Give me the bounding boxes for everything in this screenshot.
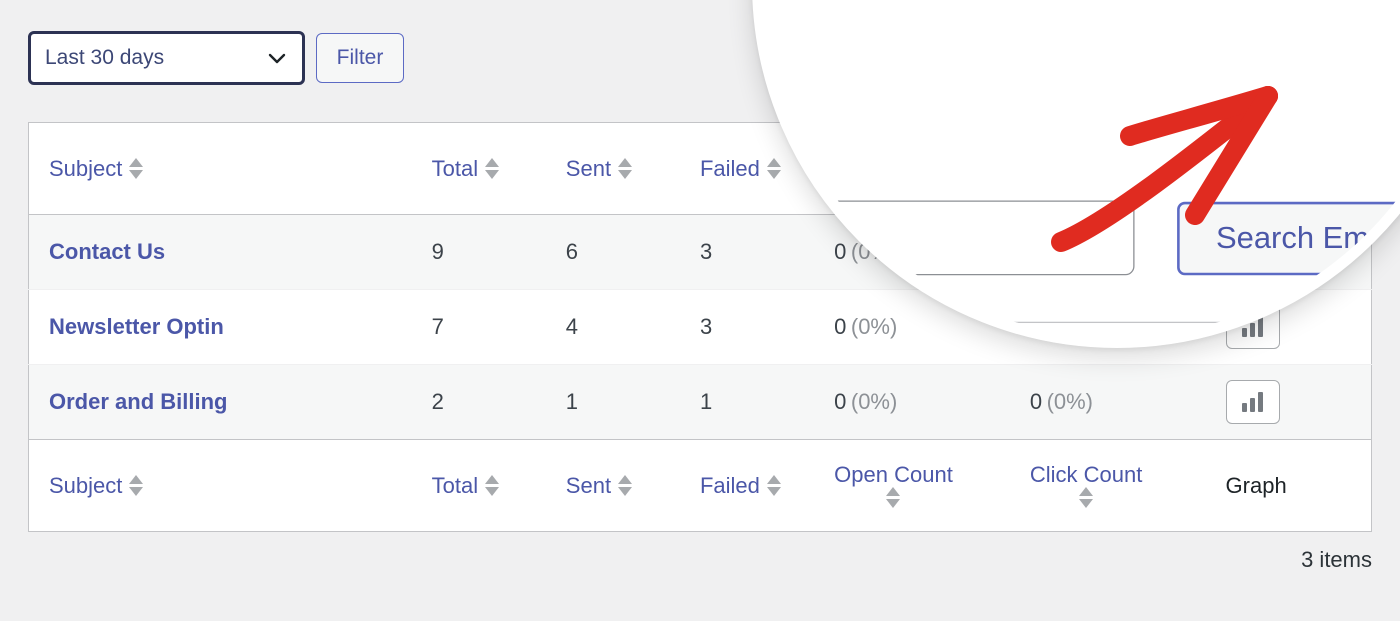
sort-arrows-icon[interactable] <box>485 157 500 179</box>
footer-column-header-sent[interactable]: Sent <box>566 440 700 532</box>
column-header-subject[interactable]: Subject <box>29 123 432 215</box>
table-row[interactable]: Order and Billing 2 1 1 0 (0%) 0 (0%) <box>28 364 1372 440</box>
footer-column-label-click-count: Click Count <box>1029 461 1143 487</box>
row-failed: 1 <box>699 389 713 414</box>
footer-column-header-failed[interactable]: Failed <box>700 440 834 532</box>
row-open-count: 0 <box>834 389 847 414</box>
row-subject-link[interactable]: Contact Us <box>49 239 165 264</box>
sort-arrows-icon[interactable] <box>129 157 144 179</box>
footer-column-header-open-count[interactable]: Open Count <box>834 440 1030 532</box>
column-label-total: Total <box>431 155 479 181</box>
chevron-down-icon <box>266 47 288 69</box>
footer-column-label-sent: Sent <box>565 472 612 498</box>
sort-arrows-icon[interactable] <box>618 157 633 179</box>
sort-arrows-icon[interactable] <box>618 474 633 496</box>
row-failed: 3 <box>699 239 713 264</box>
sort-arrows-icon[interactable] <box>766 474 781 496</box>
table-footer-row: Subject Total Sent Failed Open Count Cli… <box>28 439 1372 532</box>
row-sent: 1 <box>565 389 579 414</box>
row-total: 7 <box>431 314 444 339</box>
row-graph-button[interactable] <box>1225 380 1280 424</box>
footer-column-label-open-count: Open Count <box>834 461 953 487</box>
magnified-toolbar: Search Emails <box>763 164 1400 306</box>
sort-arrows-icon[interactable] <box>1079 487 1094 509</box>
row-subject-link[interactable]: Newsletter Optin <box>49 314 224 339</box>
magnified-search-input[interactable] <box>763 200 1135 276</box>
magnifier-lens: Search Emails Subject Total <box>752 0 1400 348</box>
magnified-search-emails-button[interactable]: Search Emails <box>1177 201 1400 276</box>
row-subject-link[interactable]: Order and Billing <box>49 389 227 414</box>
column-label-sent: Sent <box>565 155 612 181</box>
row-total: 9 <box>431 239 444 264</box>
column-label-subject: Subject <box>49 155 123 181</box>
footer-column-label-subject: Subject <box>49 472 123 498</box>
footer-column-label-total: Total <box>431 472 479 498</box>
magnifier-lens-content: Search Emails Subject Total <box>763 164 1400 337</box>
footer-column-header-total[interactable]: Total <box>432 440 566 532</box>
row-click-pct: (0%) <box>1046 389 1094 414</box>
column-label-failed: Failed <box>699 155 760 181</box>
filter-button[interactable]: Filter <box>316 33 404 83</box>
sort-arrows-icon[interactable] <box>129 474 144 496</box>
footer-column-header-graph: Graph <box>1226 440 1372 532</box>
row-total: 2 <box>431 389 444 414</box>
row-sent: 6 <box>565 239 579 264</box>
footer-column-header-click-count[interactable]: Click Count <box>1030 440 1226 532</box>
date-range-select[interactable]: Last 30 days <box>28 31 305 85</box>
footer-column-label-failed: Failed <box>699 472 760 498</box>
sort-arrows-icon[interactable] <box>485 474 500 496</box>
row-failed: 3 <box>699 314 713 339</box>
bar-chart-icon <box>1242 392 1264 412</box>
sort-arrows-icon[interactable] <box>886 487 901 509</box>
footer-column-label-graph: Graph <box>1225 472 1287 498</box>
date-range-value: Last 30 days <box>45 46 165 69</box>
items-count: 3 items <box>1301 547 1372 572</box>
row-sent: 4 <box>565 314 579 339</box>
row-click-count: 0 <box>1029 389 1043 414</box>
column-header-total[interactable]: Total <box>432 123 566 215</box>
row-open-pct: (0%) <box>850 389 898 414</box>
footer-column-header-subject[interactable]: Subject <box>29 440 432 532</box>
column-header-sent[interactable]: Sent <box>566 123 700 215</box>
